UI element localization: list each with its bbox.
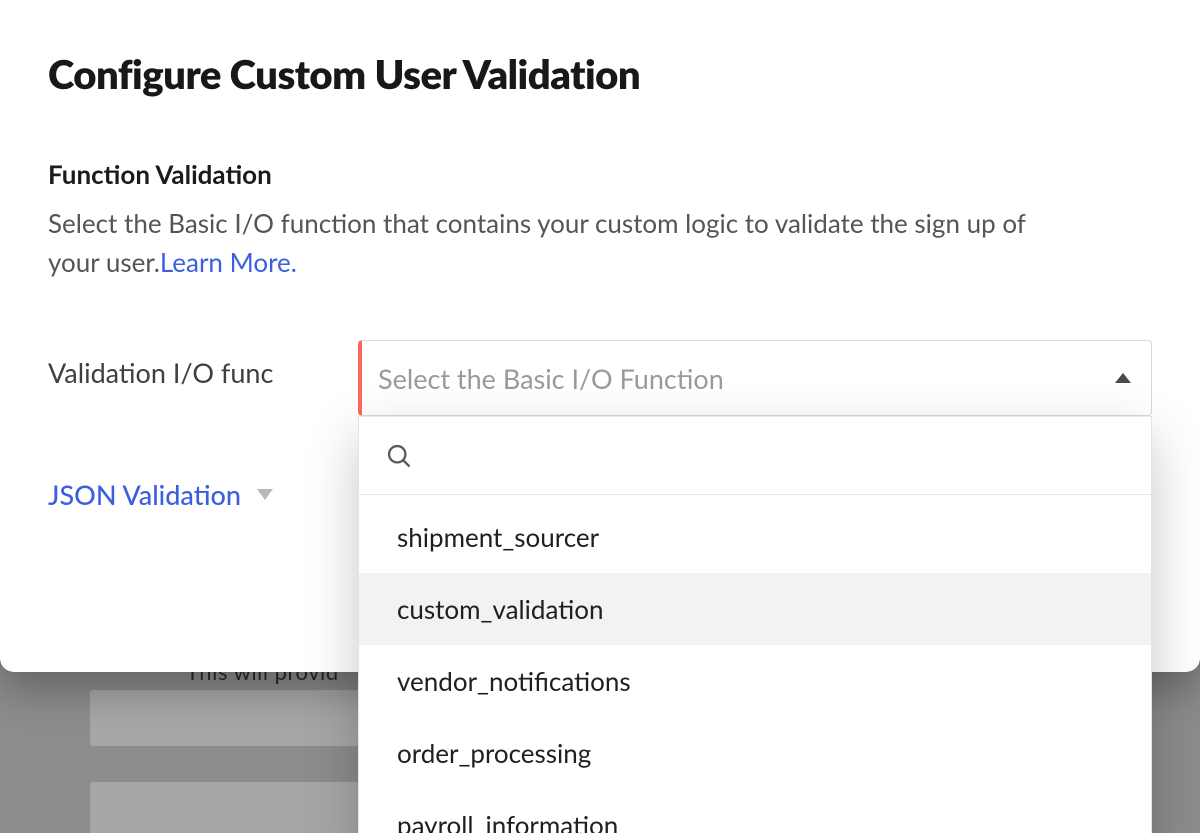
validation-function-label: Validation I/O func: [48, 340, 322, 389]
section-title: Function Validation: [48, 158, 1152, 190]
dropdown-search-row: [359, 417, 1151, 495]
search-icon: [385, 442, 413, 470]
page-title: Configure Custom User Validation: [48, 50, 1152, 98]
dropdown-search-input[interactable]: [427, 442, 1125, 470]
dropdown-option[interactable]: shipment_sourcer: [359, 501, 1151, 573]
function-select-dropdown: shipment_sourcercustom_validationvendor_…: [358, 416, 1152, 833]
function-select-trigger[interactable]: Select the Basic I/O Function: [358, 340, 1152, 416]
json-validation-toggle[interactable]: JSON Validation: [48, 478, 273, 511]
dropdown-option[interactable]: vendor_notifications: [359, 645, 1151, 717]
dropdown-option[interactable]: payroll_information: [359, 789, 1151, 833]
dropdown-option[interactable]: custom_validation: [359, 573, 1151, 645]
dropdown-option[interactable]: order_processing: [359, 717, 1151, 789]
chevron-down-icon: [257, 489, 273, 500]
learn-more-link[interactable]: Learn More.: [160, 246, 297, 278]
section-description: Select the Basic I/O function that conta…: [48, 204, 1048, 282]
validation-function-row: Validation I/O func Select the Basic I/O…: [48, 340, 1152, 416]
function-select: Select the Basic I/O Function shipment_s…: [358, 340, 1152, 416]
function-select-placeholder: Select the Basic I/O Function: [378, 362, 724, 395]
json-validation-label: JSON Validation: [48, 478, 241, 511]
configure-validation-modal: Configure Custom User Validation Functio…: [0, 0, 1200, 672]
dropdown-options-list: shipment_sourcercustom_validationvendor_…: [359, 501, 1151, 833]
chevron-up-icon: [1115, 373, 1131, 383]
